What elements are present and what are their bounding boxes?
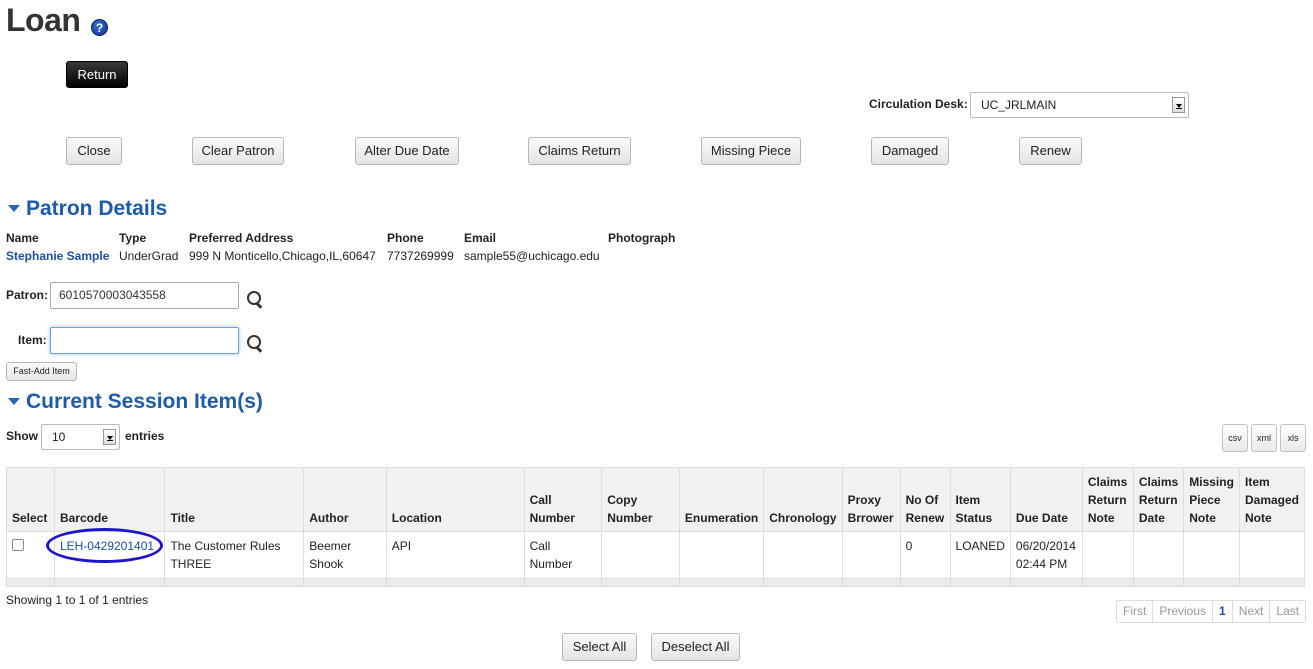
location-cell: API: [385, 531, 525, 579]
close-button[interactable]: Close: [66, 137, 122, 165]
page-title: Loan: [6, 2, 81, 38]
call-number-cell: Call Number: [523, 531, 603, 579]
name-header: Name: [6, 231, 39, 245]
title-cell: The Customer Rules THREE: [164, 531, 305, 579]
col-chronology[interactable]: Chronology: [763, 467, 843, 532]
export-xml-button[interactable]: xml: [1251, 424, 1277, 452]
pager-next[interactable]: Next: [1231, 601, 1270, 622]
fast-add-item-button[interactable]: Fast-Add Item: [6, 362, 77, 381]
entries-select[interactable]: 10: [41, 424, 120, 450]
patron-field-label: Patron:: [6, 288, 48, 302]
col-proxy-borrower[interactable]: Proxy Brrower: [841, 467, 901, 532]
address-header: Preferred Address: [189, 231, 294, 245]
export-xls-button[interactable]: xls: [1280, 424, 1306, 452]
col-call-number[interactable]: Call Number: [523, 467, 603, 532]
patron-input[interactable]: 6010570003043558: [50, 282, 239, 309]
chevron-down-icon: [1172, 97, 1185, 113]
pager-first[interactable]: First: [1117, 601, 1152, 622]
enumeration-cell: [678, 531, 765, 579]
table-row: LEH-0429201401 The Customer Rules THREE …: [6, 531, 1306, 579]
table-footer-strip: [6, 578, 1306, 587]
col-barcode[interactable]: Barcode: [53, 467, 166, 532]
type-header: Type: [119, 231, 147, 245]
export-csv-button[interactable]: csv: [1222, 424, 1248, 452]
help-icon[interactable]: ?: [91, 19, 108, 36]
due-date-cell: 06/20/2014 02:44 PM: [1009, 531, 1083, 579]
current-session-heading-text: Current Session Item(s): [26, 390, 263, 413]
copy-number-cell: [601, 531, 680, 579]
item-input[interactable]: [50, 327, 239, 354]
session-items-table: Select Barcode Title Author Location Cal…: [6, 467, 1306, 587]
patron-email: sample55@uchicago.edu: [464, 249, 600, 263]
phone-header: Phone: [387, 231, 424, 245]
damaged-button[interactable]: Damaged: [871, 137, 949, 165]
patron-name-link[interactable]: Stephanie Sample: [6, 249, 109, 263]
col-title[interactable]: Title: [164, 467, 305, 532]
claims-return-date-cell: [1132, 531, 1185, 579]
patron-details-heading[interactable]: Patron Details: [8, 197, 167, 221]
col-enumeration[interactable]: Enumeration: [678, 467, 765, 532]
show-label: Show: [6, 429, 38, 443]
current-session-heading[interactable]: Current Session Item(s): [8, 390, 263, 414]
col-missing-piece-note[interactable]: Missing Piece Note: [1183, 467, 1240, 532]
item-field-label: Item:: [18, 333, 47, 347]
patron-phone: 7737269999: [387, 249, 454, 263]
alter-due-date-button[interactable]: Alter Due Date: [355, 137, 459, 165]
collapse-triangle-icon: [8, 398, 20, 405]
photograph-header: Photograph: [608, 231, 676, 245]
col-copy-number[interactable]: Copy Number: [601, 467, 680, 532]
author-cell: Beemer Shook: [303, 531, 387, 579]
pager-previous[interactable]: Previous: [1152, 601, 1212, 622]
col-no-of-renew[interactable]: No Of Renew: [899, 467, 951, 532]
collapse-triangle-icon: [8, 205, 20, 212]
chevron-down-icon: [103, 429, 116, 445]
table-header-row: Select Barcode Title Author Location Cal…: [6, 467, 1306, 532]
circulation-desk-label: Circulation Desk:: [869, 97, 968, 111]
col-claims-return-date[interactable]: Claims Return Date: [1132, 467, 1185, 532]
row-select-checkbox[interactable]: [12, 539, 24, 551]
col-claims-return-note[interactable]: Claims Return Note: [1081, 467, 1134, 532]
search-icon[interactable]: [247, 335, 263, 351]
col-due-date[interactable]: Due Date: [1009, 467, 1083, 532]
renew-button[interactable]: Renew: [1019, 137, 1082, 165]
chronology-cell: [763, 531, 843, 579]
col-author[interactable]: Author: [303, 467, 387, 532]
row-select-cell: [6, 531, 55, 579]
patron-type: UnderGrad: [119, 249, 179, 263]
patron-details-heading-text: Patron Details: [26, 197, 168, 220]
pager-page-1[interactable]: 1: [1212, 601, 1232, 622]
search-icon[interactable]: [247, 291, 263, 307]
claims-return-button[interactable]: Claims Return: [528, 137, 631, 165]
pager-last[interactable]: Last: [1269, 601, 1305, 622]
damaged-note-cell: [1238, 531, 1306, 579]
clear-patron-button[interactable]: Clear Patron: [192, 137, 284, 165]
return-button[interactable]: Return: [66, 61, 128, 88]
table-info: Showing 1 to 1 of 1 entries: [6, 593, 149, 607]
patron-address: 999 N Monticello,Chicago,IL,60647: [189, 249, 376, 263]
deselect-all-button[interactable]: Deselect All: [651, 633, 740, 661]
col-item-damaged-note[interactable]: Item Damaged Note: [1238, 467, 1306, 532]
pagination: First Previous 1 Next Last: [1116, 600, 1307, 623]
missing-piece-button[interactable]: Missing Piece: [701, 137, 801, 165]
circulation-desk-select[interactable]: UC_JRLMAIN: [970, 92, 1189, 118]
col-location[interactable]: Location: [385, 467, 525, 532]
col-item-status[interactable]: Item Status: [949, 467, 1011, 532]
proxy-cell: [841, 531, 901, 579]
entries-value: 10: [52, 430, 66, 444]
highlight-annotation: [46, 528, 163, 563]
missing-piece-note-cell: [1183, 531, 1240, 579]
circulation-desk-value: UC_JRLMAIN: [981, 98, 1057, 112]
select-all-button[interactable]: Select All: [562, 633, 637, 661]
entries-label: entries: [125, 429, 165, 443]
claims-return-note-cell: [1081, 531, 1134, 579]
email-header: Email: [464, 231, 497, 245]
renew-count-cell: 0: [899, 531, 951, 579]
col-select[interactable]: Select: [6, 467, 55, 532]
status-cell: LOANED: [949, 531, 1011, 579]
